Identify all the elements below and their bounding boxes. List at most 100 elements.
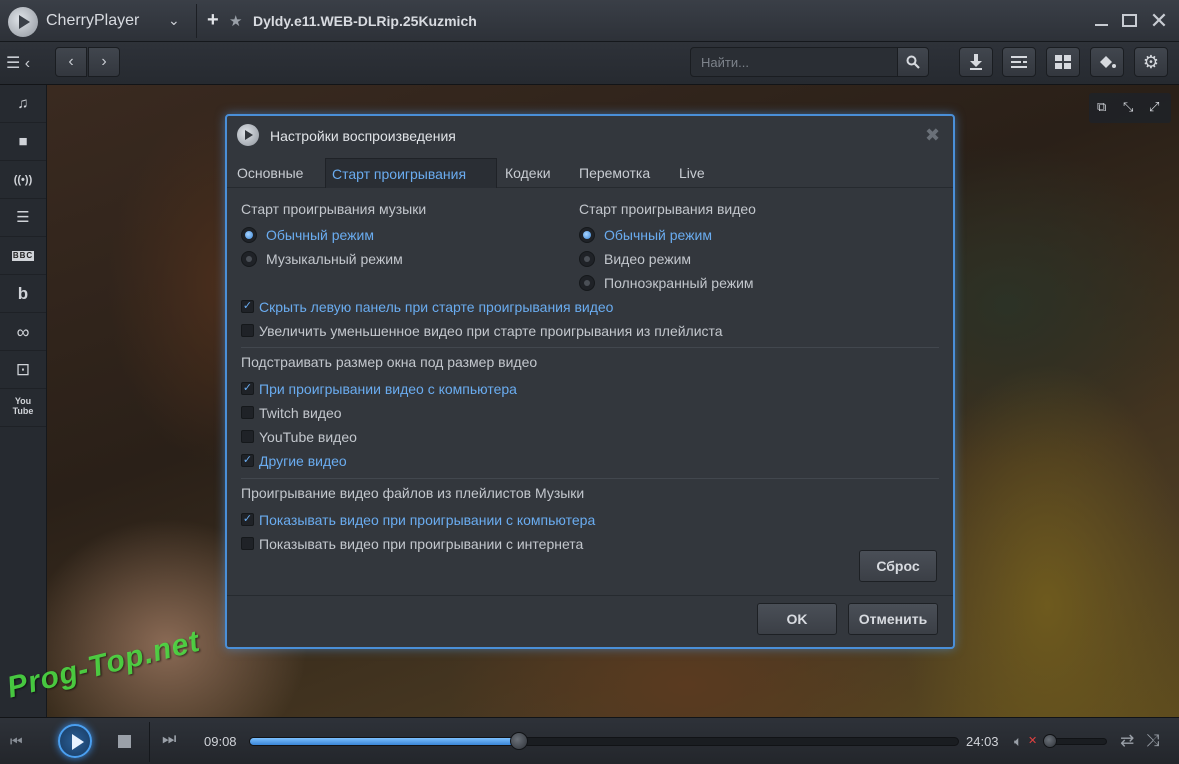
hamburger-menu-icon[interactable]: ☰ ‹ — [6, 53, 30, 73]
music-icon: ♫ — [17, 95, 29, 112]
playlist-computer-checkbox[interactable]: ✓ — [241, 513, 254, 526]
forward-button[interactable]: › — [88, 47, 120, 77]
video-normal-radio[interactable] — [579, 227, 595, 243]
minimize-button[interactable] — [1088, 8, 1114, 34]
dialog-footer-divider — [227, 595, 953, 596]
twitch-icon: ⊡ — [15, 360, 31, 379]
enlarge-video-checkbox[interactable] — [241, 324, 254, 337]
previous-icon[interactable]: ⏮ — [10, 733, 23, 750]
tab-codecs[interactable]: Кодеки — [499, 158, 557, 188]
sidebar-item-youtube[interactable]: You Tube — [0, 389, 46, 427]
total-time: 24:03 — [966, 734, 999, 749]
resize-other-checkbox[interactable]: ✓ — [241, 454, 254, 467]
back-button[interactable]: ‹ — [55, 47, 87, 77]
hide-left-panel-checkbox[interactable]: ✓ — [241, 300, 254, 313]
sidebar-item-twitch[interactable]: ⊡ — [0, 351, 46, 389]
resize-computer-label[interactable]: При проигрывании видео с компьютера — [259, 381, 517, 397]
next-icon[interactable]: ⏭ — [162, 731, 176, 749]
music-normal-radio[interactable] — [241, 227, 257, 243]
resize-youtube-checkbox[interactable] — [241, 430, 254, 443]
repeat-icon[interactable]: ⇄ — [1120, 731, 1134, 751]
playlist-icon — [1011, 56, 1027, 68]
mute-indicator-icon: ✕ — [1028, 735, 1038, 747]
playlist-computer-label[interactable]: Показывать видео при проигрывании с комп… — [259, 512, 595, 528]
playlist-button[interactable] — [1002, 47, 1036, 77]
play-button[interactable] — [58, 724, 92, 758]
dialog-tabs: Основные Старт проигрывания Кодеки Перем… — [227, 156, 953, 188]
sidebar-item-bbc[interactable]: BBC — [0, 237, 46, 275]
video-video-label[interactable]: Видео режим — [604, 251, 691, 267]
resize-other-label[interactable]: Другие видео — [259, 453, 347, 469]
download-button[interactable] — [959, 47, 993, 77]
resize-twitch-checkbox[interactable] — [241, 406, 254, 419]
music-musical-label[interactable]: Музыкальный режим — [266, 251, 403, 267]
sidebar-item-video[interactable]: ■ — [0, 123, 46, 161]
chevron-down-icon[interactable]: ⌄ — [168, 12, 180, 29]
volume-handle[interactable] — [1043, 734, 1057, 748]
tab-playback-start[interactable]: Старт проигрывания — [325, 158, 497, 188]
video-video-radio[interactable] — [579, 251, 595, 267]
sidebar-item-radio[interactable]: ((•)) — [0, 161, 46, 199]
close-icon: ✕ — [1149, 8, 1169, 33]
dialog-title: Настройки воспроизведения — [270, 128, 456, 144]
fit-window-icon[interactable]: ⤡ — [1123, 99, 1133, 115]
radio-broadcast-icon: ((•)) — [13, 174, 33, 186]
playlist-internet-label[interactable]: Показывать видео при проигрывании с инте… — [259, 536, 583, 552]
tab-live[interactable]: Live — [673, 158, 711, 188]
gear-icon: ⚙ — [1142, 52, 1160, 72]
ok-button[interactable]: OK — [757, 603, 837, 635]
resize-computer-checkbox[interactable]: ✓ — [241, 382, 254, 395]
player-separator — [149, 722, 150, 762]
video-fullscreen-radio[interactable] — [579, 275, 595, 291]
hide-left-panel-label[interactable]: Скрыть левую панель при старте проигрыва… — [259, 299, 613, 315]
skin-button[interactable] — [1090, 47, 1124, 77]
sidebar-item-lastfm[interactable]: ∞ — [0, 313, 46, 351]
tab-general[interactable]: Основные — [231, 158, 309, 188]
tv-list-icon: ☰ — [16, 209, 30, 226]
maximize-icon — [1121, 14, 1137, 27]
screenshot-icon[interactable]: ⧉ — [1097, 99, 1106, 115]
enlarge-video-label[interactable]: Увеличить уменьшенное видео при старте п… — [259, 323, 723, 339]
speaker-icon[interactable]: 🔈︎ — [1014, 733, 1022, 750]
seek-progress — [250, 738, 520, 745]
search-button[interactable] — [897, 47, 929, 77]
seek-bar[interactable] — [249, 732, 959, 750]
resize-youtube-label[interactable]: YouTube видео — [259, 429, 357, 445]
playlist-internet-checkbox[interactable] — [241, 537, 254, 550]
stop-icon[interactable] — [118, 735, 131, 748]
resize-heading: Подстраивать размер окна под размер виде… — [241, 354, 538, 370]
chevron-left-icon: ‹ — [68, 53, 74, 70]
add-icon[interactable]: + — [207, 9, 219, 32]
shuffle-icon[interactable]: ⤨ — [1146, 731, 1160, 751]
sidebar-item-music[interactable]: ♫ — [0, 85, 46, 123]
seek-handle[interactable] — [510, 732, 529, 750]
video-fullscreen-label[interactable]: Полноэкранный режим — [604, 275, 754, 291]
app-name: CherryPlayer — [46, 12, 140, 29]
music-musical-radio[interactable] — [241, 251, 257, 267]
cherryplayer-logo-icon[interactable] — [8, 7, 38, 37]
youtube-icon: You Tube — [12, 396, 34, 416]
volume-slider[interactable] — [1043, 734, 1107, 748]
star-icon[interactable]: ★ — [229, 12, 242, 30]
close-button[interactable]: ✕ — [1146, 8, 1172, 34]
maximize-button[interactable] — [1116, 8, 1142, 34]
grid-view-button[interactable] — [1046, 47, 1080, 77]
video-camera-icon: ■ — [18, 133, 28, 150]
lastfm-icon: ∞ — [16, 322, 30, 342]
cancel-button[interactable]: Отменить — [848, 603, 938, 635]
music-normal-label[interactable]: Обычный режим — [266, 227, 374, 243]
chevron-right-icon: › — [101, 53, 107, 70]
minimize-icon — [1094, 24, 1108, 26]
reset-button[interactable]: Сброс — [859, 550, 937, 582]
search-input[interactable] — [690, 47, 898, 77]
settings-button[interactable]: ⚙ — [1134, 47, 1168, 77]
grid-icon — [1055, 55, 1071, 69]
sidebar-item-tv[interactable]: ☰ — [0, 199, 46, 237]
fullscreen-icon[interactable]: ⤢ — [1149, 99, 1159, 115]
download-icon — [970, 54, 982, 70]
resize-twitch-label[interactable]: Twitch видео — [259, 405, 342, 421]
tab-seeking[interactable]: Перемотка — [573, 158, 656, 188]
dialog-close-icon[interactable]: ✖ — [925, 125, 940, 146]
video-normal-label[interactable]: Обычный режим — [604, 227, 712, 243]
sidebar-item-bandcamp[interactable]: b — [0, 275, 46, 313]
